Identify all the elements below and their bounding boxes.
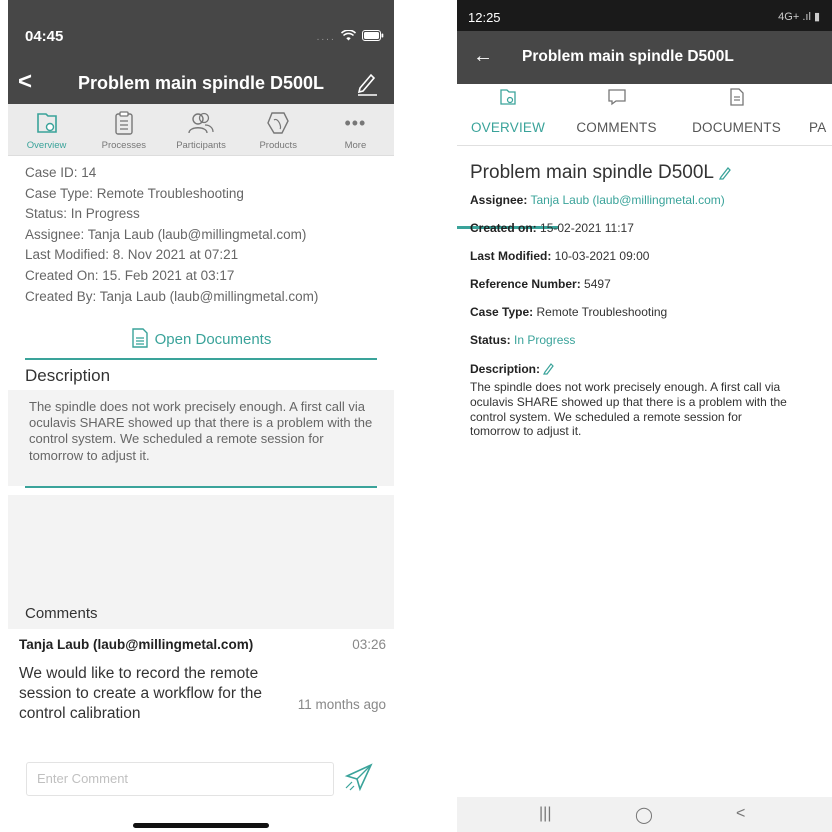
signal-icon: .... (316, 32, 336, 43)
case-type-field: Case Type: Remote Troubleshooting (470, 305, 667, 319)
tab-label: OVERVIEW (470, 120, 546, 135)
description-box: The spindle does not work precisely enou… (8, 390, 394, 486)
status-bar: 04:45 .... (8, 0, 394, 64)
tab-participants[interactable]: PA (809, 84, 832, 146)
tab-label: Overview (26, 140, 67, 151)
comment-author: Tanja Laub (laub@millingmetal.com) (19, 637, 254, 652)
tab-documents[interactable]: DOCUMENTS (674, 84, 799, 146)
field-label: Created on: (470, 221, 537, 235)
description-text: The spindle does not work precisely enou… (470, 380, 787, 439)
case-created-on: Created On: 15. Feb 2021 at 03:17 (25, 267, 235, 283)
app-header: ← Problem main spindle D500L (457, 31, 832, 84)
description-heading: Description (25, 366, 111, 385)
case-title: Problem main spindle D500L (470, 162, 731, 184)
tab-bar: Overview Processes Participants Products… (8, 104, 394, 156)
modified-field: Last Modified: 10-03-2021 09:00 (470, 249, 649, 263)
tab-label: Products (259, 140, 297, 151)
wifi-icon (341, 29, 357, 41)
divider (25, 486, 377, 488)
document-icon (131, 328, 148, 348)
field-value: Remote Troubleshooting (536, 305, 668, 319)
document-icon (729, 88, 744, 106)
page-title: Problem main spindle D500L (522, 48, 734, 65)
arrow-left-icon[interactable]: ← (473, 45, 493, 68)
home-icon[interactable]: ◯ (635, 805, 653, 825)
case-info: Case ID: 14 Case Type: Remote Troublesho… (25, 163, 318, 307)
page-title: Problem main spindle D500L (77, 73, 325, 93)
tab-overview[interactable]: OVERVIEW (457, 84, 559, 146)
open-documents-button[interactable]: Open Documents (8, 328, 394, 348)
case-status: Status: In Progress (25, 206, 140, 222)
comment-age: 11 months ago (297, 697, 386, 712)
tab-overview[interactable]: Overview (8, 104, 85, 155)
app-header: < Problem main spindle D500L (8, 64, 394, 104)
tab-processes[interactable]: Processes (85, 104, 162, 155)
comments-heading: Comments (25, 605, 98, 622)
description-text: The spindle does not work precisely enou… (29, 399, 373, 463)
tab-label: COMMENTS (576, 120, 657, 135)
android-nav-bar: ||| ◯ < (457, 797, 832, 832)
status-bar: 12:25 4G+ .ıl ▮ (457, 0, 832, 31)
comment-input[interactable]: Enter Comment (26, 762, 334, 796)
divider (25, 358, 377, 360)
comment-time: 03:26 (352, 637, 386, 652)
reference-field: Reference Number: 5497 (470, 277, 611, 291)
comment-text: We would like to record the remote sessi… (19, 665, 262, 722)
status-icons: .... (317, 28, 384, 43)
field-label: Case Type: (470, 305, 534, 319)
created-field: Created on: 15-02-2021 11:17 (470, 221, 634, 235)
overview-icon (500, 89, 516, 105)
status-time: 04:45 (25, 28, 64, 45)
ios-screen: 04:45 .... < Problem main spindle D500L … (8, 0, 394, 832)
case-id: Case ID: 14 (25, 165, 97, 180)
products-icon (267, 112, 289, 134)
field-label: Status: (470, 333, 511, 347)
android-screen: 12:25 4G+ .ıl ▮ ← Problem main spindle D… (457, 0, 832, 832)
case-last-modified: Last Modified: 8. Nov 2021 at 07:21 (25, 247, 239, 263)
more-icon: ••• (344, 112, 367, 133)
status-icons: 4G+ .ıl ▮ (778, 11, 820, 23)
pencil-icon[interactable] (356, 70, 378, 96)
case-created-by: Created By: Tanja Laub (laub@millingmeta… (25, 288, 319, 304)
tab-participants[interactable]: Participants (162, 104, 239, 155)
clipboard-icon (115, 111, 133, 135)
case-assignee: Assignee: Tanja Laub (laub@millingmetal.… (25, 226, 307, 242)
battery-icon (362, 30, 384, 41)
comment-icon (607, 89, 626, 106)
assignee-link[interactable]: Tanja Laub (laub@millingmetal.com) (530, 193, 724, 207)
overview-icon (36, 113, 57, 133)
users-icon (188, 112, 214, 134)
field-label: Assignee: (470, 193, 528, 207)
recents-icon[interactable]: ||| (539, 805, 551, 823)
description-field: Description: (470, 362, 555, 376)
tab-label: DOCUMENTS (692, 120, 781, 135)
case-title-text: Problem main spindle D500L (470, 162, 714, 183)
field-label: Last Modified: (470, 249, 552, 263)
tab-more[interactable]: ••• More (317, 104, 394, 155)
field-value: 5497 (584, 277, 611, 291)
status-value[interactable]: In Progress (514, 333, 575, 347)
tab-products[interactable]: Products (240, 104, 317, 155)
case-type: Case Type: Remote Troubleshooting (25, 185, 244, 201)
tab-label: PA (809, 120, 827, 135)
field-label: Reference Number: (470, 277, 581, 291)
tab-bar: OVERVIEW COMMENTS DOCUMENTS PA (457, 84, 832, 229)
field-value: 15-02-2021 11:17 (540, 221, 634, 235)
tab-comments[interactable]: COMMENTS (559, 84, 674, 146)
send-icon[interactable] (344, 762, 374, 792)
field-value: 10-03-2021 09:00 (554, 249, 650, 263)
back-icon[interactable]: < (736, 805, 745, 823)
open-documents-label: Open Documents (154, 331, 272, 348)
home-indicator[interactable] (133, 823, 269, 828)
tab-label: More (344, 140, 367, 151)
pencil-icon[interactable] (543, 362, 555, 375)
assignee-field: Assignee: Tanja Laub (laub@millingmetal.… (470, 193, 725, 207)
status-time: 12:25 (468, 10, 501, 25)
status-field: Status: In Progress (470, 333, 575, 347)
field-label: Description: (470, 362, 541, 376)
pencil-icon[interactable] (718, 165, 731, 180)
tab-label: Participants (176, 140, 226, 151)
tab-label: Processes (101, 140, 146, 151)
